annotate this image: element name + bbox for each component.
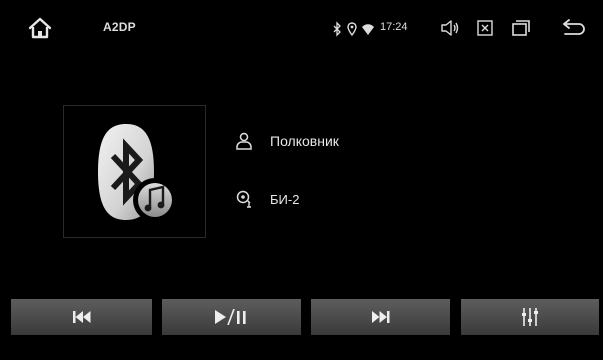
bluetooth-icon — [333, 21, 341, 37]
equalizer-button[interactable] — [461, 299, 599, 335]
play-pause-icon — [214, 309, 246, 325]
person-icon — [236, 132, 252, 150]
back-button[interactable] — [561, 18, 587, 38]
status-bar: A2DP 17:24 — [0, 0, 603, 56]
equalizer-icon — [522, 308, 538, 326]
artist-name: БИ-2 — [270, 191, 300, 207]
artist-mic-icon — [236, 190, 251, 208]
previous-track-icon — [72, 311, 90, 323]
location-icon — [347, 22, 357, 37]
recent-apps-icon — [512, 20, 530, 36]
track-title-row: Полковник — [236, 132, 339, 150]
app-title: A2DP — [103, 20, 136, 34]
previous-track-button[interactable] — [11, 299, 152, 335]
close-app-button[interactable] — [477, 20, 493, 36]
play-pause-button[interactable] — [162, 299, 301, 335]
bluetooth-music-icon — [98, 124, 177, 222]
close-box-icon — [477, 20, 493, 36]
volume-button[interactable] — [440, 18, 460, 38]
track-title: Полковник — [270, 133, 339, 149]
next-track-icon — [371, 311, 389, 323]
album-art — [63, 105, 206, 238]
wifi-icon — [362, 24, 374, 35]
playback-controls — [0, 299, 603, 335]
next-track-button[interactable] — [311, 299, 450, 335]
home-button[interactable] — [27, 16, 53, 40]
clock: 17:24 — [380, 21, 408, 33]
volume-icon — [441, 20, 459, 36]
recent-apps-button[interactable] — [512, 20, 530, 36]
back-icon — [563, 19, 585, 35]
home-icon — [28, 17, 52, 39]
artist-row: БИ-2 — [236, 190, 299, 208]
